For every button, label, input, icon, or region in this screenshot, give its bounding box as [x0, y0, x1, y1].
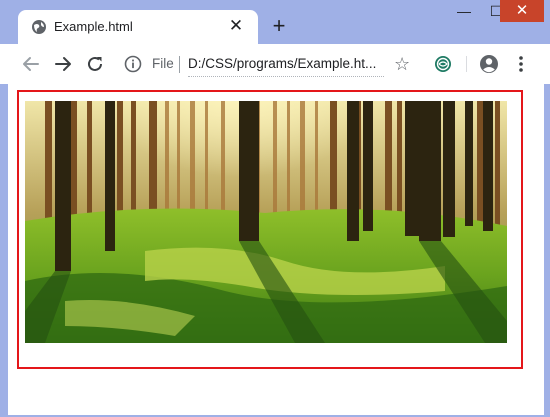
tab-title: Example.html: [54, 19, 133, 34]
omnibox-divider: [179, 56, 180, 73]
browser-tab[interactable]: Example.html ✕: [18, 10, 258, 44]
tab-close-icon[interactable]: ✕: [226, 16, 246, 36]
new-tab-button[interactable]: +: [268, 15, 290, 37]
forest-image: [25, 101, 507, 343]
kebab-menu-icon[interactable]: [510, 53, 532, 75]
browser-toolbar: File D:/CSS/programs/Example.ht... ☆: [0, 44, 550, 84]
window-close-button[interactable]: ✕: [500, 0, 544, 22]
forward-arrow-icon[interactable]: [52, 53, 74, 75]
url-underline: [188, 76, 384, 77]
profile-icon[interactable]: [478, 53, 500, 75]
extension-icon[interactable]: [432, 53, 454, 75]
back-arrow-icon[interactable]: [20, 53, 42, 75]
url-text[interactable]: D:/CSS/programs/Example.ht...: [188, 56, 388, 71]
info-icon[interactable]: [124, 55, 142, 73]
address-bar[interactable]: File D:/CSS/programs/Example.ht... ☆: [118, 48, 422, 80]
url-scheme-label: File: [152, 56, 174, 71]
reload-icon[interactable]: [84, 53, 106, 75]
page-viewport: [8, 84, 544, 415]
toolbar-divider: [466, 56, 467, 72]
globe-icon: [32, 20, 46, 34]
tab-strip: Example.html ✕ + — ☐ ✕: [0, 0, 550, 44]
bookmark-star-icon[interactable]: ☆: [394, 54, 410, 75]
window-minimize-button[interactable]: —: [448, 0, 480, 22]
